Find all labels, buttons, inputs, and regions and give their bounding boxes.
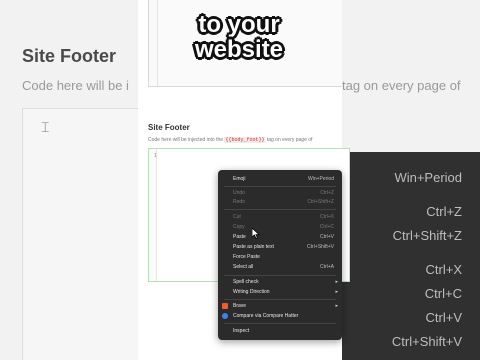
caption-line: to your [198,11,280,38]
submenu-arrow-icon: ▸ [335,279,338,285]
editor-gutter [149,149,157,281]
compare-extension-icon [222,313,228,319]
menu-item-shortcut: Ctrl+Z [320,190,334,196]
menu-item-force-paste[interactable]: Force Paste [218,253,342,262]
menu-separator [224,209,336,210]
mouse-pointer-icon [252,228,260,239]
menu-item-emoji[interactable]: Emoji Win+Period [218,175,342,184]
menu-item-label: Copy [233,224,245,230]
menu-item-shortcut: Ctrl+C [319,224,334,230]
background-shortcut: Win+Period [394,170,462,185]
background-description: Code here will be i [22,78,129,93]
menu-separator [224,323,336,324]
menu-item-paste-plain-text[interactable]: Paste as plain text Ctrl+Shift+V [218,243,342,252]
editor-gutter [149,0,158,86]
submenu-arrow-icon: ▸ [335,303,338,309]
menu-item-compare[interactable]: Compare via Compare Hatter [218,312,342,321]
menu-item-label: Undo [233,190,245,196]
menu-item-label: Emoji [233,176,246,182]
menu-item-shortcut: Ctrl+V [319,234,334,240]
menu-item-writing-direction[interactable]: Writing Direction ▸ [218,288,342,297]
menu-item-label: Inspect [233,328,250,334]
description-text: Code here will be injected into the [148,137,224,143]
menu-item-label: Paste [233,234,246,240]
background-description-right: tag on every page of [342,78,461,93]
background-editor: ⌶ [22,108,138,360]
menu-separator [224,299,336,300]
menu-item-shortcut: Win+Period [308,176,334,182]
menu-item-copy[interactable]: Copy Ctrl+C [218,223,342,232]
background-shortcut: Ctrl+C [424,286,462,301]
background-shortcut: Ctrl+Z [426,204,462,219]
menu-item-label: Spell check [233,279,259,285]
menu-item-label: Paste as plain text [233,244,274,250]
menu-separator [224,275,336,276]
menu-item-select-all[interactable]: Select all Ctrl+A [218,263,342,272]
menu-item-brave[interactable]: Brave ▸ [218,302,342,311]
menu-item-shortcut: Ctrl+Shift+Z [307,199,334,205]
menu-item-label: Select all [233,264,254,270]
menu-item-label: Compare via Compare Hatter [233,313,299,319]
background-shortcut: Ctrl+V [425,310,462,325]
menu-item-label: Redo [233,199,245,205]
menu-item-inspect[interactable]: Inspect [218,327,342,336]
background-title: Site Footer [22,46,117,66]
background-menu-shadow: Win+Period Ctrl+Z Ctrl+Shift+Z Ctrl+X Ct… [342,152,480,360]
menu-item-spell-check[interactable]: Spell check ▸ [218,278,342,287]
template-tag: {{body_foot}} [224,137,266,143]
menu-separator [224,186,336,187]
background-shortcut: Ctrl+Shift+Z [392,228,462,243]
menu-item-label: Brave [233,303,247,309]
text-cursor-icon: ⌶ [41,119,50,135]
menu-item-shortcut: Ctrl+X [319,214,334,220]
background-left-panel: Site Footer Code here will be i ⌶ [0,0,138,360]
context-menu: Emoji Win+Period Undo Ctrl+Z Redo Ctrl+S… [218,170,342,340]
background-right-panel: tag on every page of Win+Period Ctrl+Z C… [342,0,480,360]
background-shortcut: Ctrl+Shift+V [391,334,462,349]
menu-item-undo[interactable]: Undo Ctrl+Z [218,189,342,198]
menu-item-redo[interactable]: Redo Ctrl+Shift+Z [218,198,342,207]
menu-item-cut[interactable]: Cut Ctrl+X [218,213,342,222]
video-caption: to your website [195,12,283,62]
submenu-arrow-icon: ▸ [335,289,338,295]
menu-item-label: Writing Direction [233,289,270,295]
menu-item-paste[interactable]: Paste Ctrl+V [218,233,342,242]
brave-icon [222,303,228,309]
section-title: Site Footer [148,123,190,132]
menu-item-label: Force Paste [233,254,260,260]
line-number: 1 [154,153,157,159]
menu-item-shortcut: Ctrl+A [319,264,334,270]
description-text: tag on every page of [266,137,313,143]
menu-item-label: Cut [233,214,241,220]
background-shortcut: Ctrl+X [425,262,462,277]
section-description: Code here will be injected into the {{bo… [148,137,312,143]
caption-line: website [195,36,284,63]
menu-item-shortcut: Ctrl+Shift+V [307,244,334,250]
